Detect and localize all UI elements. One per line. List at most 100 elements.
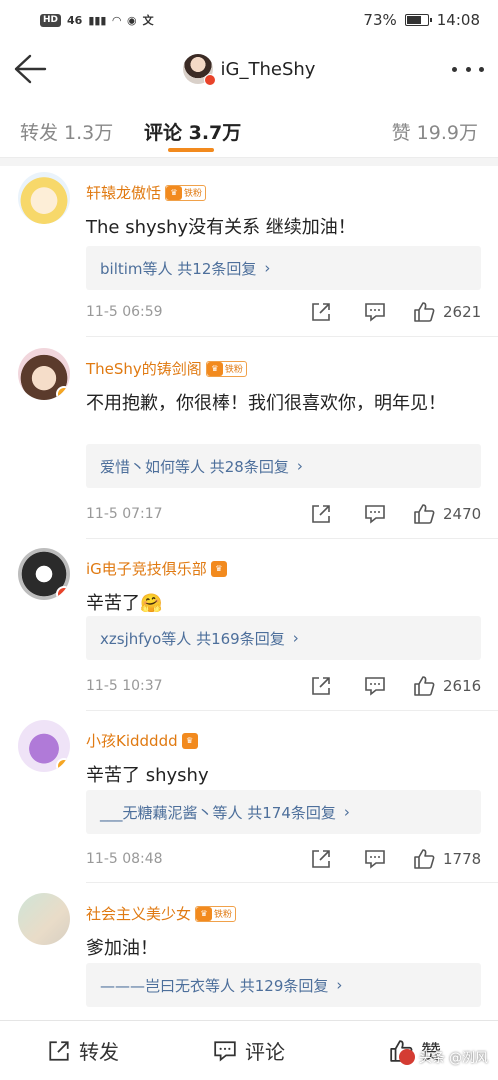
comment-header: iG电子竞技俱乐部 ♛ [86, 558, 227, 579]
comment-time: 11-5 10:37 [86, 678, 163, 694]
status-left: HD 46 ▮▮▮ ◠ ◉ 文 [40, 12, 154, 28]
active-tab-indicator [168, 148, 214, 152]
battery-fill [406, 16, 421, 24]
share-icon [49, 1040, 69, 1061]
verified-icon [56, 386, 70, 400]
avatar[interactable] [18, 893, 70, 945]
crown-icon: ♛ [166, 185, 183, 200]
chevron-right-icon: › [264, 259, 271, 277]
crown-icon: ♛ [196, 906, 213, 921]
avatar[interactable] [18, 548, 70, 600]
divider [86, 882, 498, 883]
top-bar: iG_TheShy [0, 40, 498, 98]
like-count: 1778 [443, 850, 482, 868]
share-icon[interactable] [309, 502, 333, 526]
comment-meta: 11-5 06:59 2621 [86, 300, 481, 324]
like-button[interactable]: 1778 [413, 848, 481, 870]
verified-icon [203, 74, 216, 86]
comment-text: 辛苦了 shyshy [86, 765, 209, 786]
share-icon[interactable] [309, 847, 333, 871]
divider [86, 336, 498, 337]
comment-button[interactable]: 评论 [166, 1036, 332, 1065]
comment-author[interactable]: 社会主义美少女 [86, 903, 191, 924]
replies-label: xzsjhfyo等人 共169条回复 [100, 629, 285, 648]
avatar[interactable] [182, 54, 216, 86]
comment-label: 评论 [245, 1040, 285, 1064]
repost-button[interactable]: 转发 [0, 1036, 166, 1065]
reply-icon[interactable] [363, 847, 387, 871]
thumbs-up-icon [414, 849, 435, 869]
tab-comments[interactable]: 评论 3.7万 [144, 118, 241, 145]
comment-actions: 2616 [309, 674, 481, 698]
like-button[interactable]: 2470 [413, 503, 481, 525]
replies-link[interactable]: biltim等人 共12条回复 › [86, 246, 481, 290]
fan-badge-label: 铁粉 [214, 910, 233, 920]
like-button[interactable]: 2621 [413, 301, 481, 323]
replies-label: ___无糖藕泥酱丶等人 共174条回复 [100, 803, 336, 822]
comment-text: 不用抱歉，你很棒！我们很喜欢你，明年见！ [86, 393, 446, 414]
comment-time: 11-5 07:17 [86, 506, 163, 522]
comment-time: 11-5 08:48 [86, 851, 163, 867]
comment-icon [214, 1040, 236, 1062]
reply-icon[interactable] [363, 502, 387, 526]
comment-text: 辛苦了🤗 [86, 593, 163, 614]
comment-meta: 11-5 10:37 2616 [86, 674, 481, 698]
comment-header: 小孩Kiddddd ♛ [86, 730, 198, 751]
divider [86, 710, 498, 711]
avatar[interactable] [18, 348, 70, 400]
toutiao-logo-icon [398, 1048, 415, 1065]
replies-link[interactable]: ___无糖藕泥酱丶等人 共174条回复 › [86, 790, 481, 834]
replies-label: ———岂曰无衣等人 共129条回复 [100, 976, 329, 995]
fan-badge-label: 铁粉 [224, 365, 243, 375]
chevron-right-icon: › [296, 457, 303, 475]
share-icon[interactable] [309, 674, 333, 698]
more-dots-icon[interactable] [452, 60, 484, 78]
watermark: 头条 @洌风 [398, 1047, 488, 1066]
status-bar: HD 46 ▮▮▮ ◠ ◉ 文 73% 14:08 [0, 0, 498, 40]
comment-actions: 1778 [309, 847, 481, 871]
fan-badge: ♛ 铁粉 [165, 184, 207, 201]
replies-link[interactable]: 爱惜丶如何等人 共28条回复 › [86, 444, 481, 488]
fan-badge: ♛ 铁粉 [205, 360, 247, 377]
arrow-left-icon[interactable] [12, 52, 48, 86]
replies-link[interactable]: ———岂曰无衣等人 共129条回复 › [86, 963, 481, 1007]
comment-meta: 11-5 08:48 1778 [86, 847, 481, 871]
replies-label: biltim等人 共12条回复 [100, 259, 257, 278]
crown-icon: ♛ [206, 361, 223, 376]
reply-icon[interactable] [363, 300, 387, 324]
thumbs-up-icon [414, 302, 435, 322]
divider [86, 538, 498, 539]
profile-header[interactable]: iG_TheShy [182, 54, 315, 86]
comment-header: TheShy的铸剑阁 ♛ 铁粉 [86, 358, 247, 379]
comment-author[interactable]: 轩辕龙傲恬 [86, 182, 161, 203]
tab-likes[interactable]: 赞 19.9万 [392, 118, 478, 145]
crown-icon: ♛ [181, 732, 198, 749]
avatar[interactable] [18, 720, 70, 772]
wifi-icon: ◠ [112, 13, 121, 27]
network-tag: 46 [67, 13, 83, 27]
chevron-right-icon: › [343, 803, 350, 821]
thumbs-up-icon [414, 676, 435, 696]
comment-author[interactable]: iG电子竞技俱乐部 [86, 558, 207, 579]
tab-reposts[interactable]: 转发 1.3万 [20, 118, 113, 145]
crown-icon: ♛ [210, 560, 227, 577]
verified-icon [56, 758, 70, 772]
share-icon[interactable] [309, 300, 333, 324]
comment-author[interactable]: 小孩Kiddddd [86, 730, 178, 751]
comment-actions: 2470 [309, 502, 481, 526]
comment-text: The shyshy没有关系 继续加油！ [86, 217, 356, 238]
comment-text: 爹加油！ [86, 938, 158, 959]
verified-icon [56, 586, 70, 600]
battery-percent: 73% [363, 11, 397, 29]
clock: 14:08 [436, 11, 480, 29]
tab-bar: 转发 1.3万 评论 3.7万 赞 19.9万 [0, 98, 498, 158]
comment-author[interactable]: TheShy的铸剑阁 [86, 358, 202, 379]
thumbs-up-icon [414, 504, 435, 524]
chevron-right-icon: › [292, 629, 299, 647]
replies-link[interactable]: xzsjhfyo等人 共169条回复 › [86, 616, 481, 660]
battery-icon [404, 14, 432, 26]
like-button[interactable]: 2616 [413, 675, 481, 697]
status-right: 73% 14:08 [363, 11, 480, 29]
avatar[interactable] [18, 172, 70, 224]
reply-icon[interactable] [363, 674, 387, 698]
